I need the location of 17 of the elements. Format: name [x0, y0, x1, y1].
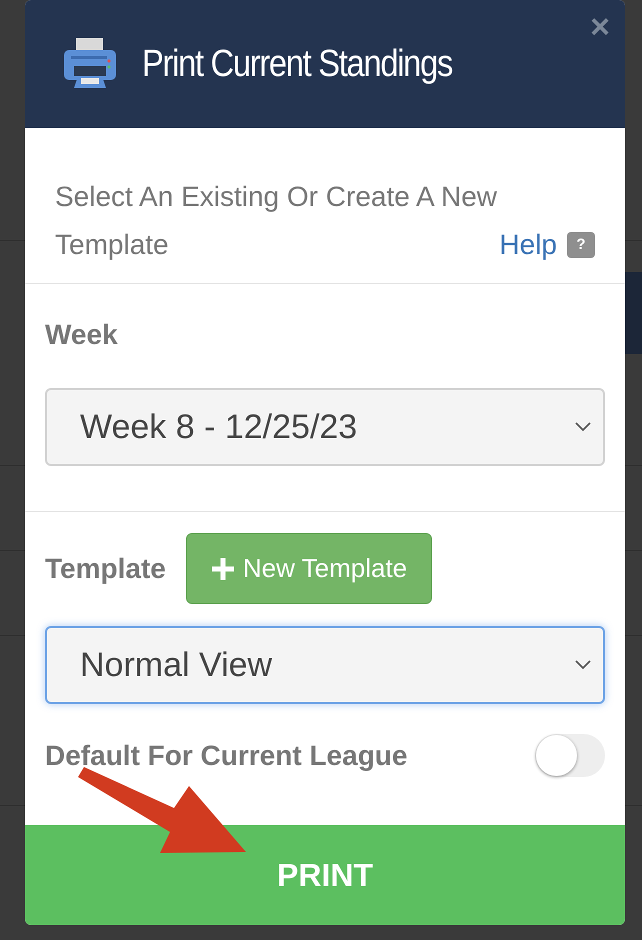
help-badge[interactable]: ? [567, 232, 595, 258]
new-template-button[interactable]: New Template [186, 533, 432, 604]
help-link[interactable]: Help [499, 224, 557, 266]
close-button[interactable]: × [590, 10, 610, 44]
chevron-down-icon [575, 422, 591, 432]
dropdown-field[interactable]: Normal View [45, 626, 605, 704]
field-label: Week [44, 318, 119, 352]
field-label: Template [45, 552, 166, 586]
dialog-title: Print Current Standings [142, 42, 452, 86]
plus-icon [210, 556, 235, 580]
toggle-switch[interactable] [535, 734, 605, 777]
dropdown-field[interactable]: Week 8 - 12/25/23 [45, 388, 605, 466]
print-button[interactable]: PRINT [25, 825, 625, 925]
intro-text: Select An Existing Or Create A New [55, 180, 497, 214]
chevron-down-icon [575, 660, 591, 670]
intro-text: Template [55, 228, 169, 262]
toggle-label: Default For Current League [45, 738, 408, 773]
